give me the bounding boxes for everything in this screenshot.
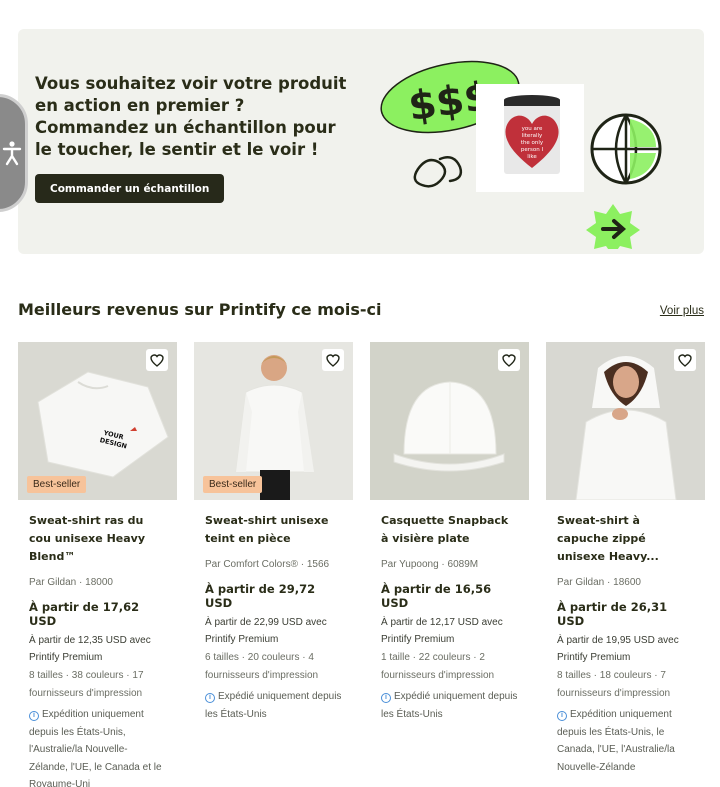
mug-sample-image: you are literally the only person I like	[476, 84, 584, 192]
product-name[interactable]: Casquette Snapback à visière plate	[381, 512, 518, 548]
product-meta: 6 tailles · 20 couleurs · 4 fournisseurs…	[205, 652, 319, 681]
product-price: À partir de 26,31 USD	[557, 600, 668, 628]
product-image[interactable]: YOUR DESIGN Best-seller	[18, 342, 177, 500]
favorite-button[interactable]	[674, 349, 696, 371]
see-more-link[interactable]: Voir plus	[660, 305, 704, 317]
product-price: À partir de 16,56 USD	[381, 582, 492, 610]
shipping-info: i Expédié uniquement depuis les États-Uni…	[381, 688, 518, 723]
product-brand: Par Gildan · 18000	[29, 577, 113, 588]
premium-price: À partir de 12,35 USD avec Printify Prem…	[29, 635, 151, 663]
shipping-info: i Expédié uniquement depuis les États-Uni…	[205, 688, 342, 723]
product-price: À partir de 17,62 USD	[29, 600, 140, 628]
shipping-text: Expédié uniquement depuis les États-Unis	[381, 691, 518, 720]
premium-price: À partir de 22,99 USD avec Printify Prem…	[205, 617, 327, 645]
best-seller-badge: Best-seller	[203, 476, 263, 493]
product-name[interactable]: Sweat-shirt à capuche zippé unisexe Heav…	[557, 512, 694, 566]
svg-text:person I: person I	[521, 147, 544, 153]
order-sample-button[interactable]: Commander un échantillon	[35, 174, 225, 203]
heart-outline-icon	[502, 353, 516, 367]
product-price: À partir de 29,72 USD	[205, 582, 316, 610]
favorite-button[interactable]	[322, 349, 344, 371]
info-icon: i	[205, 693, 215, 703]
accessibility-icon	[2, 141, 22, 166]
favorite-button[interactable]	[498, 349, 520, 371]
product-card[interactable]: Casquette Snapback à visière plate Par Y…	[370, 342, 529, 723]
product-meta: 8 tailles · 38 couleurs · 17 fournisseur…	[29, 670, 144, 699]
banner-headline: Vous souhaitez voir votre produit en act…	[35, 74, 347, 159]
product-image[interactable]	[546, 342, 705, 500]
info-icon: i	[381, 693, 391, 703]
product-image[interactable]: Best-seller	[194, 342, 353, 500]
svg-text:like: like	[527, 154, 537, 160]
product-brand: Par Yupoong · 6089M	[381, 559, 479, 570]
product-card[interactable]: Best-seller Sweat-shirt unisexe teint en…	[194, 342, 353, 723]
product-card[interactable]: YOUR DESIGN Best-seller Sweat-shirt ras …	[18, 342, 177, 787]
product-name[interactable]: Sweat-shirt unisexe teint en pièce	[205, 512, 342, 548]
product-meta: 8 tailles · 18 couleurs · 7 fournisseurs…	[557, 670, 671, 699]
svg-text:you are: you are	[522, 126, 543, 132]
heart-outline-icon	[150, 353, 164, 367]
product-brand: Par Gildan · 18600	[557, 577, 641, 588]
best-seller-badge: Best-seller	[27, 476, 87, 493]
heart-outline-icon	[678, 353, 692, 367]
product-brand: Par Comfort Colors® · 1566	[205, 559, 330, 570]
premium-price: À partir de 19,95 USD avec Printify Prem…	[557, 635, 679, 663]
heart-outline-icon	[326, 353, 340, 367]
product-image[interactable]	[370, 342, 529, 500]
shipping-info: i Expédition uniquement depuis les États-…	[29, 706, 166, 787]
sample-promo-banner: Vous souhaitez voir votre produit en act…	[18, 29, 704, 254]
shipping-text: Expédition uniquement depuis les États-U…	[29, 709, 162, 787]
product-meta: 1 taille · 22 couleurs · 2 fournisseurs …	[381, 652, 495, 681]
shipping-text: Expédition uniquement depuis les États-U…	[557, 709, 675, 773]
accessibility-button[interactable]	[0, 94, 28, 212]
product-name[interactable]: Sweat-shirt ras du cou unisexe Heavy Ble…	[29, 512, 166, 566]
shipping-info: i Expédition uniquement depuis les États-…	[557, 706, 694, 776]
info-icon: i	[29, 711, 39, 721]
premium-price: À partir de 12,17 USD avec Printify Prem…	[381, 617, 503, 645]
svg-text:literally: literally	[522, 133, 543, 139]
section-title: Meilleurs revenus sur Printify ce mois-c…	[18, 300, 382, 319]
svg-text:the only: the only	[521, 140, 544, 146]
shipping-text: Expédié uniquement depuis les États-Unis	[205, 691, 342, 720]
product-card[interactable]: Sweat-shirt à capuche zippé unisexe Heav…	[546, 342, 705, 776]
favorite-button[interactable]	[146, 349, 168, 371]
info-icon: i	[557, 711, 567, 721]
